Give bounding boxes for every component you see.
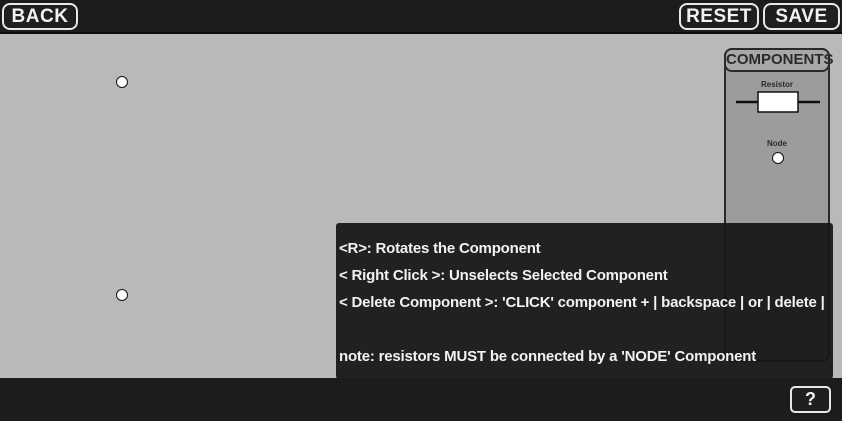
help-spacer [339, 316, 833, 343]
back-button[interactable]: BACK [2, 3, 78, 30]
help-button[interactable]: ? [790, 386, 831, 413]
node-label: Node [767, 139, 787, 148]
circuit-node[interactable] [116, 289, 128, 301]
help-line-unselect: < Right Click >: Unselects Selected Comp… [339, 267, 668, 284]
help-line-rotate: <R>: Rotates the Component [339, 240, 541, 257]
save-button[interactable]: SAVE [763, 3, 840, 30]
circuit-node[interactable] [116, 76, 128, 88]
components-title: COMPONENTS [724, 48, 834, 72]
top-toolbar: BACK RESET SAVE [0, 0, 842, 34]
help-line-delete: < Delete Component >: 'CLICK' component … [339, 294, 825, 311]
bottom-bar: ? [0, 378, 842, 421]
node-icon[interactable] [772, 152, 784, 164]
help-overlay: <R>: Rotates the Component < Right Click… [336, 223, 833, 379]
resistor-icon[interactable] [734, 90, 822, 114]
resistor-label: Resistor [760, 80, 793, 89]
reset-button[interactable]: RESET [679, 3, 759, 30]
help-line-note: note: resistors MUST be connected by a '… [339, 348, 757, 365]
